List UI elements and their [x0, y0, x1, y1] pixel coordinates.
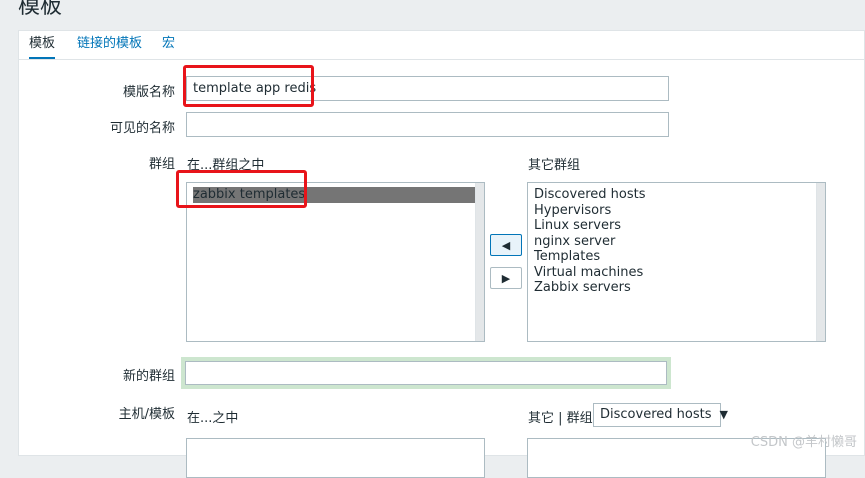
list-item[interactable]: zabbix templates	[193, 187, 478, 203]
groups-label: 群组	[148, 157, 175, 172]
template-form-panel: 模板 链接的模板 宏 模版名称 可见的名称 群组 在...群组之中 其它群组 z…	[18, 30, 865, 478]
tab-linked-templates[interactable]: 链接的模板	[77, 35, 142, 59]
in-groups-listbox[interactable]: zabbix templates	[186, 182, 485, 342]
list-item[interactable]: Zabbix servers	[534, 280, 819, 296]
other-groups-title: 其它群组	[528, 158, 581, 173]
tab-macros[interactable]: 宏	[162, 35, 175, 59]
other-hosts-title: 其它 | 群组	[528, 411, 593, 426]
in-hosts-listbox[interactable]	[186, 438, 485, 478]
move-right-button[interactable]: ▶	[490, 267, 522, 289]
move-left-button[interactable]: ◀	[490, 234, 522, 256]
list-item[interactable]: Hypervisors	[534, 203, 819, 219]
list-item[interactable]: Virtual machines	[534, 265, 819, 281]
in-groups-scrollbar[interactable]	[475, 183, 484, 341]
visible-name-input[interactable]	[186, 112, 669, 137]
hosts-templates-label: 主机/模板	[118, 407, 175, 422]
new-group-input[interactable]	[185, 361, 667, 385]
page-title: 模板	[18, 0, 63, 19]
list-item[interactable]: nginx server	[534, 234, 819, 250]
arrow-right-icon: ▶	[501, 272, 511, 285]
list-item[interactable]: Discovered hosts	[534, 187, 819, 203]
watermark: CSDN @羊村懒哥	[750, 435, 857, 450]
arrow-left-icon: ◀	[501, 239, 511, 252]
list-item[interactable]: Linux servers	[534, 218, 819, 234]
visible-name-label: 可见的名称	[109, 121, 175, 136]
template-name-label: 模版名称	[122, 85, 175, 100]
template-name-input[interactable]	[186, 76, 669, 101]
list-item[interactable]: Templates	[534, 249, 819, 265]
in-groups-title: 在...群组之中	[187, 158, 265, 173]
other-groups-listbox[interactable]: Discovered hosts Hypervisors Linux serve…	[527, 182, 826, 342]
tab-template[interactable]: 模板	[29, 35, 56, 59]
in-hosts-title: 在...之中	[187, 411, 239, 426]
other-hosts-group-selected: Discovered hosts	[600, 407, 712, 422]
tab-bar: 模板 链接的模板 宏	[19, 31, 864, 60]
new-group-label: 新的群组	[122, 369, 175, 384]
chevron-down-icon: ▼	[719, 408, 728, 421]
other-groups-scrollbar[interactable]	[816, 183, 825, 341]
other-hosts-group-select[interactable]: Discovered hosts ▼	[593, 403, 728, 427]
